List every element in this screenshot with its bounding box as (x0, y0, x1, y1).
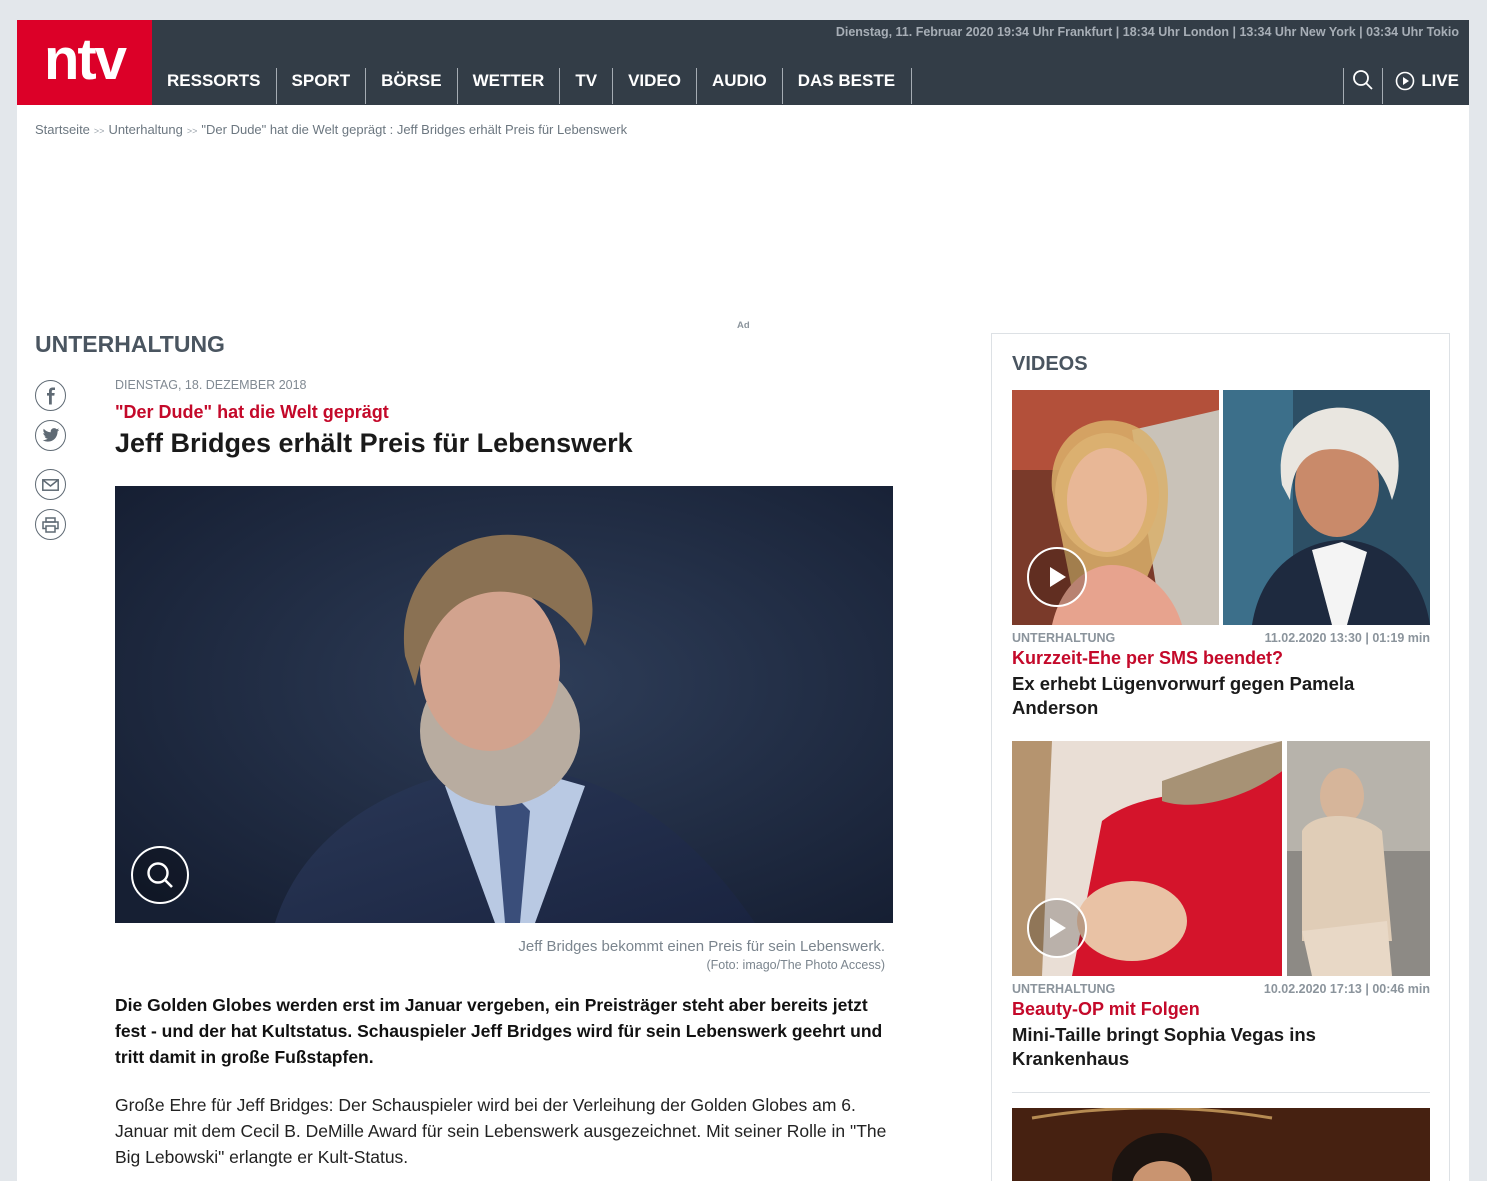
article-hero-image[interactable] (115, 486, 893, 923)
play-button[interactable] (1027, 547, 1087, 607)
mail-share-button[interactable] (35, 469, 66, 500)
image-caption: Jeff Bridges bekommt einen Preis für sei… (518, 938, 885, 955)
print-icon (42, 516, 59, 533)
video-thumbnail[interactable] (1012, 390, 1430, 625)
videos-sidebar: VIDEOS UNTERHALTUNG 11.02.2020 13:30 | 0… (991, 333, 1450, 1181)
section-title: UNTERHALTUNG (35, 331, 225, 357)
nav-das-beste[interactable]: DAS BESTE (783, 68, 913, 104)
nav-wetter[interactable]: WETTER (458, 68, 561, 104)
breadcrumb-separator: >> (186, 126, 198, 136)
search-icon (1353, 70, 1373, 90)
world-clock: Dienstag, 11. Februar 2020 19:34 Uhr Fra… (835, 25, 1459, 39)
live-button[interactable]: LIVE (1383, 68, 1459, 104)
article-date: Dienstag, 18. Dezember 2018 (115, 378, 307, 392)
nav-sport[interactable]: SPORT (277, 68, 367, 104)
video-headline[interactable]: Ex erhebt Lügenvorwurf gegen Pamela Ande… (1012, 672, 1430, 720)
play-circle-icon (1395, 71, 1415, 91)
mail-icon (42, 478, 59, 491)
breadcrumb-separator: >> (93, 126, 105, 136)
article-lead: Die Golden Globes werden erst im Januar … (115, 995, 883, 1067)
page: ntv Dienstag, 11. Februar 2020 19:34 Uhr… (17, 20, 1469, 1181)
print-button[interactable] (35, 509, 66, 540)
teaser-divider (1012, 1092, 1430, 1093)
facebook-icon (46, 387, 55, 404)
nav-right: LIVE (1343, 68, 1459, 104)
video-meta-row: UNTERHALTUNG 10.02.2020 17:13 | 00:46 mi… (1012, 982, 1430, 996)
video-kicker[interactable]: Kurzzeit-Ehe per SMS beendet? (1012, 648, 1430, 669)
nav-video[interactable]: VIDEO (613, 68, 697, 104)
nav-ressorts[interactable]: RESSORTS (152, 68, 277, 104)
article-headline: Jeff Bridges erhält Preis für Lebenswerk (115, 428, 633, 458)
video-teaser[interactable]: UNTERHALTUNG 10.02.2020 17:13 | 00:46 mi… (1012, 741, 1430, 1071)
search-button[interactable] (1343, 68, 1384, 104)
ad-label: Ad (737, 320, 750, 331)
twitter-icon (42, 428, 59, 442)
breadcrumb-home[interactable]: Startseite (35, 122, 90, 137)
ntv-logo[interactable]: ntv (17, 20, 152, 105)
video-headline[interactable]: Mini-Taille bringt Sophia Vegas ins Kran… (1012, 1023, 1430, 1071)
image-credit: (Foto: imago/The Photo Access) (706, 958, 885, 972)
video-kicker[interactable]: Beauty-OP mit Folgen (1012, 999, 1430, 1020)
play-button[interactable] (1027, 898, 1087, 958)
video-category: UNTERHALTUNG (1012, 631, 1116, 645)
magnifier-icon (147, 862, 173, 888)
zoom-image-button[interactable] (131, 846, 189, 904)
hero-photo (115, 486, 893, 923)
nav-audio[interactable]: AUDIO (697, 68, 783, 104)
sidebar-title: VIDEOS (1012, 353, 1088, 375)
article-kicker: "Der Dude" hat die Welt geprägt (115, 402, 389, 422)
twitter-share-button[interactable] (35, 420, 66, 451)
video-date-duration: 11.02.2020 13:30 | 01:19 min (1264, 631, 1430, 645)
nav-boerse[interactable]: BÖRSE (366, 68, 458, 104)
video-teaser[interactable] (1012, 1108, 1430, 1181)
breadcrumb-current: "Der Dude" hat die Welt geprägt : Jeff B… (201, 122, 628, 137)
nav-tv[interactable]: TV (560, 68, 614, 104)
breadcrumb-unterhaltung[interactable]: Unterhaltung (108, 122, 182, 137)
breadcrumb: Startseite >> Unterhaltung >> "Der Dude" hat… (35, 122, 627, 137)
article-body: Große Ehre für Jeff Bridges: Der Schausp… (115, 1095, 887, 1167)
play-icon (1050, 567, 1066, 587)
video-meta-row: UNTERHALTUNG 11.02.2020 13:30 | 01:19 mi… (1012, 631, 1430, 645)
video-thumbnail[interactable] (1012, 741, 1430, 976)
video-thumbnail-photo (1012, 1108, 1430, 1181)
facebook-share-button[interactable] (35, 380, 66, 411)
site-header: ntv Dienstag, 11. Februar 2020 19:34 Uhr… (17, 20, 1469, 105)
main-nav: RESSORTS SPORT BÖRSE WETTER TV VIDEO AUD… (152, 68, 913, 104)
live-label: LIVE (1421, 71, 1459, 90)
video-thumbnail[interactable] (1012, 1108, 1430, 1181)
video-date-duration: 10.02.2020 17:13 | 00:46 min (1263, 982, 1430, 996)
video-teaser[interactable]: UNTERHALTUNG 11.02.2020 13:30 | 01:19 mi… (1012, 390, 1430, 720)
play-icon (1050, 918, 1066, 938)
video-category: UNTERHALTUNG (1012, 982, 1116, 996)
logo-text: ntv (44, 27, 127, 92)
